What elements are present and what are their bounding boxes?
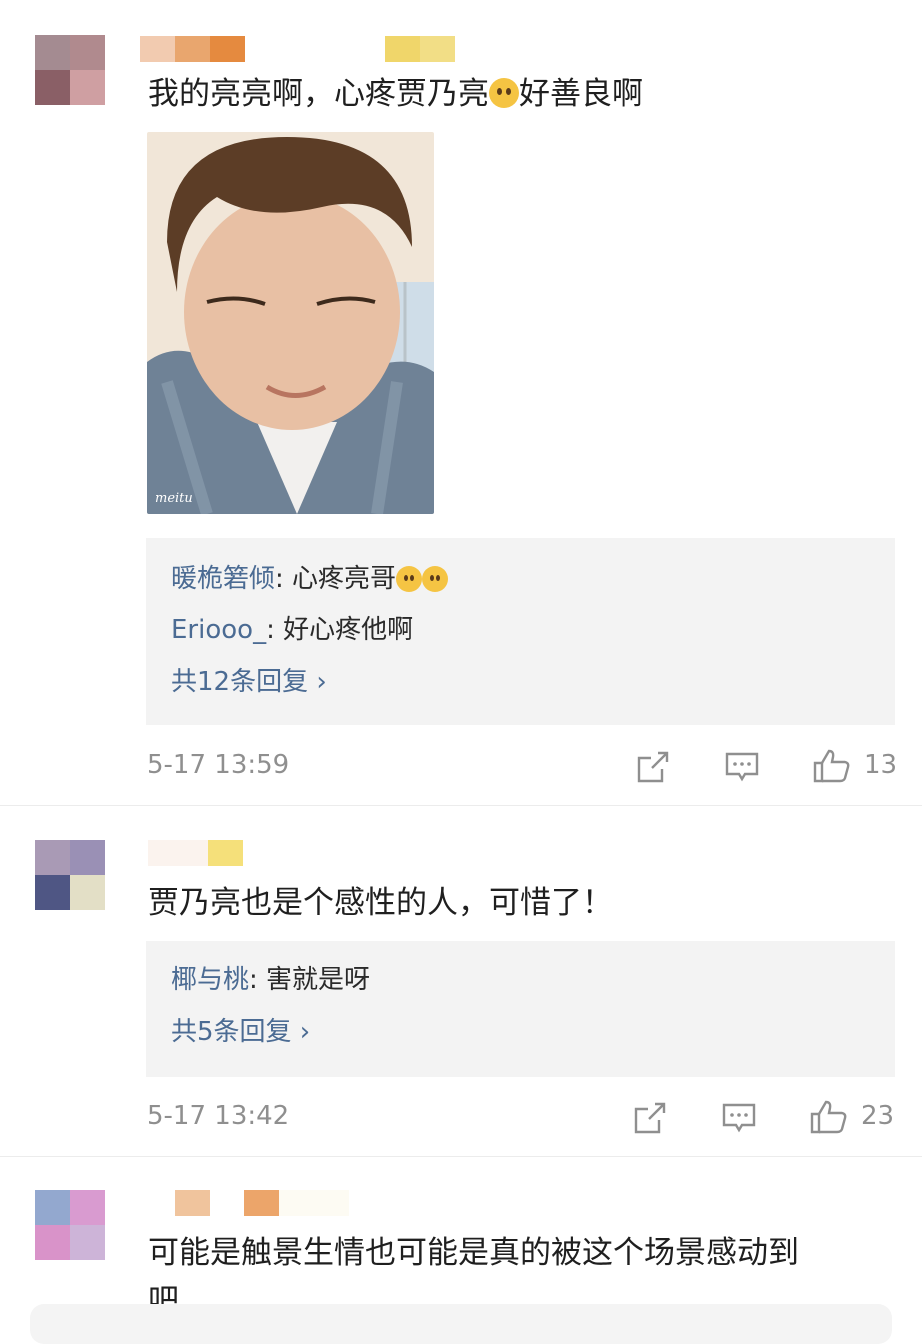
reply-button[interactable]: [721, 1101, 757, 1139]
comment-photo[interactable]: meitu: [147, 132, 434, 514]
reply-line: Eriooo_: 好心疼他啊: [171, 615, 414, 645]
avatar[interactable]: [35, 1190, 105, 1260]
sad-face-icon: [396, 566, 423, 592]
thumbs-up-icon: [810, 1100, 847, 1134]
username-blurred[interactable]: [140, 1190, 349, 1216]
avatar[interactable]: [35, 35, 105, 105]
like-button[interactable]: [809, 1099, 849, 1139]
comment-1: 我的亮亮啊，心疼贾乃亮 好善良啊 meitu 暖桅箬倾: 心疼亮哥 Eriooo_…: [0, 0, 922, 805]
like-count: 13: [864, 750, 898, 780]
thumbs-up-icon: [813, 749, 850, 783]
photo-watermark: meitu: [155, 491, 193, 506]
reply-username[interactable]: 暖桅箬倾: [171, 564, 275, 594]
reply-preview-box[interactable]: 暖桅箬倾: 心疼亮哥 Eriooo_: 好心疼他啊 共12条回复 ›: [146, 538, 895, 725]
comment-icon: [722, 1103, 756, 1133]
like-button[interactable]: [812, 748, 852, 788]
username-blurred[interactable]: [140, 36, 455, 62]
comment-2: 贾乃亮也是个感性的人，可惜了！ 椰与桃: 害就是呀 共5条回复 › 5-17 1…: [0, 806, 922, 1156]
comment-text: 可能是触景生情也可能是真的被这个场景感动到: [148, 1235, 799, 1271]
reply-username[interactable]: Eriooo_: [171, 615, 266, 645]
reply-preview-box[interactable]: 椰与桃: 害就是呀 共5条回复 ›: [146, 941, 895, 1077]
selfie-photo: meitu: [147, 132, 434, 514]
reply-line: 暖桅箬倾: 心疼亮哥: [171, 562, 449, 596]
username-blurred[interactable]: [148, 840, 243, 866]
comment-text: 我的亮亮啊，心疼贾乃亮 好善良啊: [148, 76, 643, 112]
share-button[interactable]: [636, 750, 670, 788]
like-count: 23: [861, 1101, 895, 1131]
bottom-sheet-edge: [30, 1304, 892, 1344]
view-all-replies-link[interactable]: 共5条回复 ›: [171, 1015, 310, 1049]
view-all-replies-link[interactable]: 共12条回复 ›: [171, 665, 327, 699]
comment-3: 可能是触景生情也可能是真的被这个场景感动到 吧: [0, 1157, 922, 1324]
reply-line: 椰与桃: 害就是呀: [171, 965, 371, 995]
comment-text: 贾乃亮也是个感性的人，可惜了！: [148, 885, 613, 921]
comment-timestamp: 5-17 13:42: [147, 1101, 290, 1131]
reply-button[interactable]: [724, 750, 760, 788]
share-icon: [634, 1102, 666, 1134]
sad-face-icon: [422, 566, 449, 592]
crying-face-icon: [489, 78, 519, 108]
comment-icon: [725, 752, 759, 782]
share-icon: [637, 751, 669, 783]
reply-username[interactable]: 椰与桃: [171, 965, 249, 995]
avatar[interactable]: [35, 840, 105, 910]
comment-timestamp: 5-17 13:59: [147, 750, 290, 780]
share-button[interactable]: [633, 1101, 667, 1139]
